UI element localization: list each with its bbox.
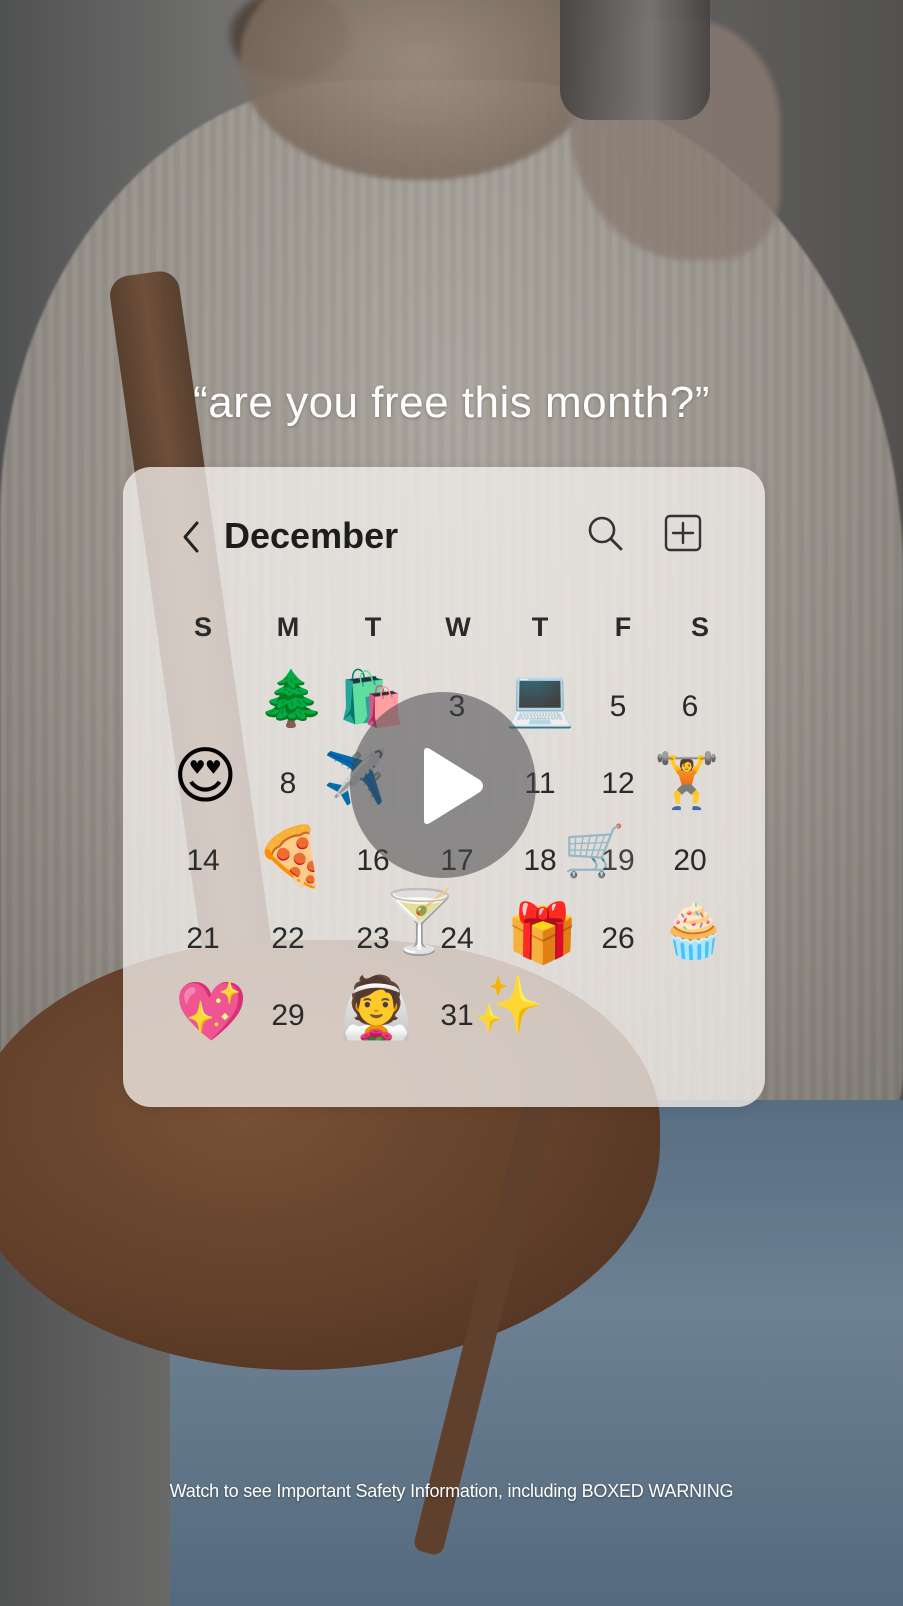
safety-disclaimer[interactable]: Watch to see Important Safety Informatio… bbox=[0, 1481, 903, 1502]
day-5[interactable]: 5 bbox=[583, 677, 653, 737]
day-8[interactable]: 8 bbox=[253, 754, 323, 814]
day-26[interactable]: 26 bbox=[583, 909, 653, 969]
day-22[interactable]: 22 bbox=[253, 909, 323, 969]
day-12[interactable]: 12 bbox=[583, 754, 653, 814]
bride-emoji-day-30[interactable]: 👰 bbox=[339, 972, 414, 1043]
pizza-emoji-day-15[interactable]: 🍕 bbox=[255, 822, 327, 891]
dumbbell-emoji-day-13[interactable]: 🏋️ bbox=[653, 749, 720, 813]
heart-eyes-emoji-day-7[interactable]: 😍 bbox=[173, 739, 238, 812]
day-21[interactable]: 21 bbox=[168, 909, 238, 969]
tree-emoji-day-1[interactable]: 🌲 bbox=[258, 667, 325, 731]
day-20[interactable]: 20 bbox=[655, 831, 725, 891]
day-14[interactable]: 14 bbox=[168, 831, 238, 891]
gift-emoji-day-25[interactable]: 🎁 bbox=[506, 899, 578, 968]
day-6[interactable]: 6 bbox=[655, 677, 725, 737]
day-24[interactable]: 24 bbox=[422, 909, 492, 969]
caption-text: “are you free this month?” bbox=[193, 378, 710, 427]
sparkling-heart-emoji-day-28[interactable]: 💖 bbox=[175, 977, 247, 1046]
play-button[interactable] bbox=[350, 692, 536, 878]
day-19[interactable]: 19 bbox=[583, 831, 653, 891]
play-icon bbox=[424, 748, 483, 824]
laptop-emoji-day-4[interactable]: 💻 bbox=[505, 665, 575, 731]
sparkles-emoji-day-31[interactable]: ✨ bbox=[473, 972, 543, 1038]
cupcake-emoji-day-27[interactable]: 🧁 bbox=[660, 899, 727, 963]
day-29[interactable]: 29 bbox=[253, 986, 323, 1046]
